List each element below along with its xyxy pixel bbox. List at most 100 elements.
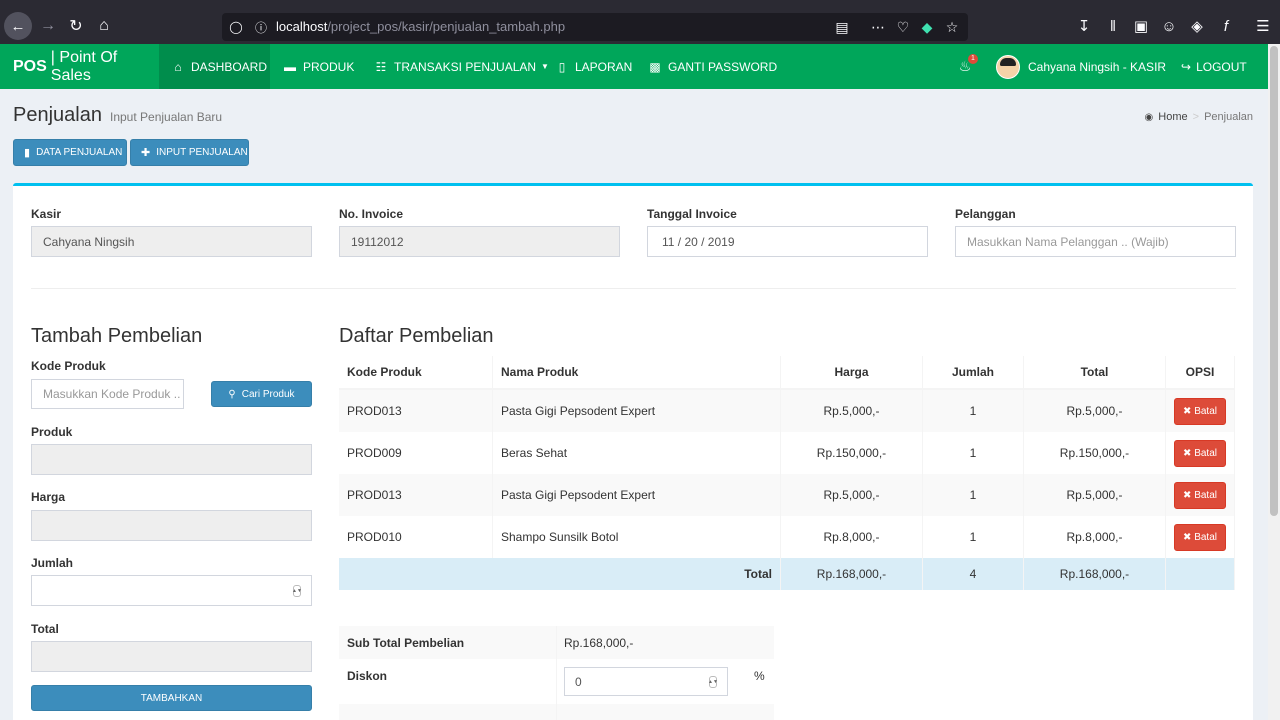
- summary-divider: [556, 659, 557, 704]
- batal-button[interactable]: ✖ Batal: [1174, 397, 1226, 425]
- close-icon: ✖: [1183, 531, 1195, 543]
- logout-link[interactable]: ↪ LOGOUT: [1181, 44, 1247, 89]
- summary-next-row: [339, 704, 774, 720]
- caret-down-icon: ▼: [541, 62, 549, 71]
- number-spinner-icon[interactable]: ▲▼: [292, 585, 302, 597]
- account-icon[interactable]: ☺: [1159, 16, 1179, 36]
- total-label: Total: [31, 622, 59, 636]
- url-path: /project_pos/kasir/penjualan_tambah.php: [327, 19, 566, 34]
- breadcrumb-home[interactable]: Home: [1158, 111, 1187, 123]
- row-nama: Beras Sehat: [493, 432, 781, 474]
- page-subtitle: Input Penjualan Baru: [110, 110, 223, 124]
- row-opsi: ✖ Batal: [1166, 390, 1235, 432]
- tambahkan-button[interactable]: TAMBAHKAN: [31, 685, 312, 711]
- row-kode: PROD013: [339, 474, 493, 516]
- shield-icon[interactable]: ◯: [228, 18, 244, 36]
- row-opsi: ✖ Batal: [1166, 432, 1235, 474]
- kasir-field: Cahyana Ningsih: [31, 226, 312, 257]
- cart-icon: ☷: [375, 59, 387, 74]
- sign-out-icon: ↪: [1181, 59, 1192, 74]
- library-icon[interactable]: ‖: [1103, 16, 1123, 36]
- reader-view-icon[interactable]: ▤: [832, 18, 852, 36]
- formula-icon[interactable]: f: [1216, 16, 1236, 36]
- row-jumlah: 1: [923, 474, 1024, 516]
- back-icon[interactable]: ←: [4, 12, 32, 40]
- total-field: [31, 641, 312, 672]
- brand-text: | Point Of Sales: [50, 48, 118, 84]
- page-actions-icon[interactable]: ⋯: [868, 18, 888, 36]
- notification-bell[interactable]: ♨ 1: [952, 44, 978, 89]
- nav-laporan[interactable]: ▯ LAPORAN: [556, 44, 633, 89]
- total-row-harga: Rp.168,000,-: [781, 558, 923, 590]
- bookmark-star-icon[interactable]: ☆: [942, 18, 962, 36]
- batal-button[interactable]: ✖ Batal: [1174, 523, 1226, 551]
- total-row-total: Rp.168,000,-: [1024, 558, 1166, 590]
- input-penjualan-label: INPUT PENJUALAN: [156, 147, 248, 158]
- url-bar[interactable]: ◯ ⓘ localhost/project_pos/kasir/penjuala…: [222, 13, 968, 41]
- diskon-label: Diskon: [347, 669, 388, 683]
- plus-icon: ✚: [141, 147, 151, 159]
- nav-produk[interactable]: ▬ PRODUK: [284, 44, 354, 89]
- row-harga: Rp.5,000,-: [781, 390, 923, 432]
- row-jumlah: 1: [923, 390, 1024, 432]
- col-nama-produk: Nama Produk: [493, 356, 781, 388]
- row-total: Rp.8,000,-: [1024, 516, 1166, 558]
- brand-bold: POS: [13, 57, 47, 75]
- nav-ganti-password-label: GANTI PASSWORD: [668, 59, 778, 74]
- info-icon[interactable]: ⓘ: [252, 18, 270, 36]
- nav-dashboard[interactable]: ⌂ DASHBOARD: [159, 44, 270, 89]
- url-text[interactable]: localhost/project_pos/kasir/penjualan_ta…: [276, 19, 565, 34]
- row-jumlah: 1: [923, 516, 1024, 558]
- summary-divider: [556, 626, 557, 659]
- row-harga: Rp.150,000,-: [781, 432, 923, 474]
- produk-label: Produk: [31, 425, 73, 439]
- row-harga: Rp.8,000,-: [781, 516, 923, 558]
- input-penjualan-button[interactable]: ✚ INPUT PENJUALAN: [130, 139, 249, 166]
- kode-produk-input[interactable]: Masukkan Kode Produk ..: [31, 379, 184, 409]
- pocket-icon[interactable]: ♡: [893, 18, 913, 36]
- home-icon[interactable]: ⌂: [90, 12, 118, 40]
- sidebar-icon[interactable]: ▣: [1131, 16, 1151, 36]
- brand-logo[interactable]: POS | Point Of Sales: [0, 44, 159, 89]
- divider: [31, 288, 1236, 289]
- batal-button[interactable]: ✖ Batal: [1174, 481, 1226, 509]
- cari-produk-button[interactable]: ⚲ Cari Produk: [211, 381, 312, 407]
- total-row-opsi: [1166, 558, 1235, 590]
- data-penjualan-button[interactable]: ▮ DATA PENJUALAN: [13, 139, 127, 166]
- row-kode: PROD013: [339, 390, 493, 432]
- tanggal-date-field[interactable]: 11 / 20 / 2019: [647, 226, 928, 257]
- diskon-input[interactable]: 0 ▲▼: [564, 667, 728, 696]
- translate-icon[interactable]: ◈: [1187, 16, 1207, 36]
- extension-icon[interactable]: ◆: [917, 18, 937, 36]
- browser-toolbar: ← → ↻ ⌂ ◯ ⓘ localhost/project_pos/kasir/…: [0, 0, 1280, 44]
- user-menu[interactable]: Cahyana Ningsih - KASIR: [996, 44, 1166, 89]
- file-icon: ▮: [24, 147, 31, 159]
- harga-label: Harga: [31, 490, 66, 504]
- row-total: Rp.150,000,-: [1024, 432, 1166, 474]
- batal-button[interactable]: ✖ Batal: [1174, 439, 1226, 467]
- table-row: PROD013 Pasta Gigi Pepsodent Expert Rp.5…: [339, 390, 1235, 432]
- jumlah-input[interactable]: ▲▼: [31, 575, 312, 606]
- scroll-thumb[interactable]: [1270, 46, 1278, 516]
- page-scrollbar[interactable]: [1268, 44, 1280, 720]
- subtotal-value: Rp.168,000,-: [564, 636, 634, 650]
- close-icon: ✖: [1183, 405, 1195, 417]
- logout-label: LOGOUT: [1196, 59, 1247, 74]
- pelanggan-input[interactable]: Masukkan Nama Pelanggan .. (Wajib): [955, 226, 1236, 257]
- forward-icon[interactable]: →: [34, 12, 62, 40]
- row-opsi: ✖ Batal: [1166, 474, 1235, 516]
- menu-icon[interactable]: ☰: [1253, 16, 1273, 36]
- table-row: PROD009 Beras Sehat Rp.150,000,- 1 Rp.15…: [339, 432, 1235, 474]
- download-icon[interactable]: ↧: [1074, 16, 1094, 36]
- tanggal-label: Tanggal Invoice: [647, 207, 737, 221]
- nav-ganti-password[interactable]: ▩ GANTI PASSWORD: [649, 44, 777, 89]
- reload-icon[interactable]: ↻: [62, 12, 90, 40]
- breadcrumb: ◉ Home > Penjualan: [1145, 111, 1253, 123]
- row-nama: Pasta Gigi Pepsodent Expert: [493, 474, 781, 516]
- lock-icon: ▩: [649, 59, 661, 74]
- invoice-label: No. Invoice: [339, 207, 404, 221]
- number-spinner-icon[interactable]: ▲▼: [708, 676, 718, 688]
- nav-transaksi[interactable]: ☷ TRANSAKSI PENJUALAN ▼: [375, 44, 549, 89]
- nav-dashboard-label: DASHBOARD: [191, 59, 268, 74]
- batal-label: Batal: [1194, 489, 1217, 501]
